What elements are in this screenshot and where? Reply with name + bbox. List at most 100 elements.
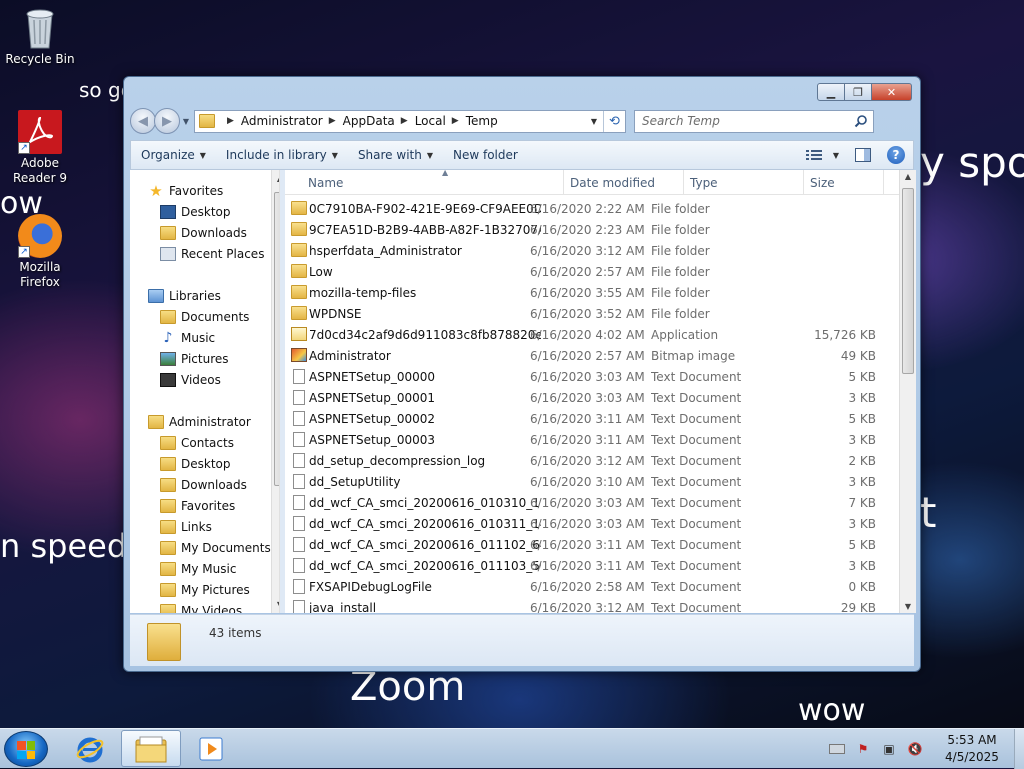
nav-contacts[interactable]: Contacts [160,432,234,453]
search-icon[interactable] [854,114,868,128]
breadcrumb-separator[interactable]: ▶ [452,116,459,126]
file-date-modified: 6/16/2020 3:03 AM [530,369,645,384]
file-row[interactable]: Low 6/16/2020 2:57 AM File folder [285,261,900,282]
column-header-date[interactable]: Date modified [564,170,684,195]
column-header-size[interactable]: Size [804,170,884,195]
title-bar[interactable]: ▁ ❐ ✕ [124,77,920,107]
nav-favorites-downloads[interactable]: Downloads [160,222,247,243]
file-row[interactable]: ASPNETSetup_00003 6/16/2020 3:11 AM Text D… [285,429,900,450]
folder-icon [291,264,307,278]
nav-user-desktop[interactable]: Desktop [160,453,231,474]
file-row[interactable]: dd_wcf_CA_smci_20200616_011102_640 6/16/2… [285,534,900,555]
nav-user-downloads[interactable]: Downloads [160,474,247,495]
nav-my-videos[interactable]: My Videos [160,600,242,613]
file-row[interactable]: dd_SetupUtility 6/16/2020 3:10 AM Text Doc… [285,471,900,492]
scroll-up-arrow-icon[interactable]: ▲ [900,172,916,181]
file-row[interactable]: ASPNETSetup_00002 6/16/2020 3:11 AM Text D… [285,408,900,429]
start-button[interactable] [4,731,48,767]
help-button[interactable]: ? [887,146,905,164]
nav-recent-places[interactable]: Recent Places [160,243,264,264]
command-bar: Organize ▼ Include in library ▼ Share with… [130,140,914,170]
file-row[interactable]: 9C7EA51D-B2B9-4ABB-A82F-1B32707A14...6/1… [285,219,900,240]
breadcrumb-item[interactable]: AppData [343,114,395,128]
show-desktop-button[interactable] [1014,729,1024,769]
breadcrumb-item[interactable]: Temp [466,114,498,128]
minimize-button[interactable]: ▁ [817,83,845,101]
file-row[interactable]: dd_setup_decompression_log 6/16/2020 3:12… [285,450,900,471]
scroll-down-arrow-icon[interactable]: ▼ [900,602,916,611]
nav-favorites[interactable]: ★ Favorites [148,180,223,201]
file-list-scrollbar[interactable]: ▲ ▼ [899,170,916,613]
breadcrumb-item[interactable]: Administrator [241,114,323,128]
views-dropdown[interactable]: ▼ [826,142,847,168]
file-row[interactable]: FXSAPIDebugLogFile 6/16/2020 2:58 AM Text … [285,576,900,597]
desktop-icon-recycle-bin[interactable]: Recycle Bin [0,6,80,67]
maximize-button[interactable]: ❐ [845,83,872,101]
search-input[interactable]: Search Temp [634,109,874,133]
taskbar-media-player[interactable] [182,730,242,767]
nav-label: My Pictures [181,582,250,597]
file-row[interactable]: hsperfdata_Administrator 6/16/2020 3:12 A… [285,240,900,261]
nav-user-favorites[interactable]: Favorites [160,495,235,516]
breadcrumb-separator[interactable]: ▶ [401,116,408,126]
file-row[interactable]: dd_wcf_CA_smci_20200616_011103_500 6/16/2… [285,555,900,576]
nav-pictures[interactable]: Pictures [160,348,229,369]
nav-links[interactable]: Links [160,516,212,537]
column-header-name[interactable]: Name ▲ [302,170,564,195]
scrollbar-thumb[interactable] [902,188,914,374]
recent-pages-dropdown[interactable]: ▼ [180,117,192,126]
file-name: ASPNETSetup_00001 [309,390,436,405]
file-row[interactable]: mozilla-temp-files 6/16/2020 3:55 AM File … [285,282,900,303]
nav-administrator[interactable]: Administrator [148,411,251,432]
file-row[interactable]: ASPNETSetup_00000 6/16/2020 3:03 AM Text D… [285,366,900,387]
file-size: 0 KB [848,579,876,594]
nav-videos[interactable]: Videos [160,369,221,390]
share-with-button[interactable]: Share with ▼ [348,142,443,168]
clock[interactable]: 5:53 AM 4/5/2025 [934,732,1010,766]
file-row[interactable]: 7d0cd34c2af9d6d911083c8fb878820e46e3...6… [285,324,900,345]
back-button[interactable]: ◀ [130,108,156,134]
address-bar[interactable]: ▶ Administrator ▶ AppData ▶ Local ▶ Temp… [194,109,626,133]
new-folder-button[interactable]: New folder [443,142,528,168]
include-in-library-button[interactable]: Include in library ▼ [216,142,348,168]
network-icon[interactable]: ▣ [881,742,897,756]
flag-icon[interactable]: ⚑ [855,742,871,756]
desktop-icon-label: Adobe Reader 9 [13,156,67,185]
breadcrumb-item[interactable]: Local [415,114,446,128]
organize-button[interactable]: Organize ▼ [131,142,216,168]
breadcrumb-separator[interactable]: ▶ [329,116,336,126]
keyboard-icon[interactable] [829,744,845,754]
file-row[interactable]: java_install 6/16/2020 3:12 AM Text Docume… [285,597,900,613]
desktop-icon-firefox[interactable]: ↗ Mozilla Firefox [0,214,80,290]
address-dropdown-button[interactable]: ▼ [587,111,601,132]
file-row[interactable]: ASPNETSetup_00001 6/16/2020 3:03 AM Text D… [285,387,900,408]
nav-label: My Documents [181,540,271,555]
column-header-type[interactable]: Type [684,170,804,195]
refresh-button[interactable]: ⟲ [603,110,625,132]
close-button[interactable]: ✕ [872,83,912,101]
file-row[interactable]: WPDNSE 6/16/2020 3:52 AM File folder [285,303,900,324]
nav-my-music[interactable]: My Music [160,558,236,579]
change-view-button[interactable] [802,142,826,168]
taskbar-windows-explorer[interactable] [121,730,181,767]
nav-favorites-desktop[interactable]: Desktop [160,201,231,222]
nav-my-pictures[interactable]: My Pictures [160,579,250,600]
volume-muted-icon[interactable]: 🔇 [907,742,923,756]
nav-pane-scrollbar[interactable]: ▲ ▼ [271,170,279,613]
taskbar-internet-explorer[interactable] [60,730,120,767]
nav-documents[interactable]: Documents [160,306,249,327]
breadcrumb-separator[interactable]: ▶ [227,116,234,126]
file-row[interactable]: 0C7910BA-F902-421E-9E69-CF9AEE0DD4...6/1… [285,198,900,219]
scroll-down-arrow-icon[interactable]: ▼ [272,600,279,609]
preview-pane-button[interactable] [847,142,879,168]
desktop-icon-adobe-reader[interactable]: ↗ Adobe Reader 9 [0,110,80,186]
nav-my-documents[interactable]: My Documents [160,537,271,558]
nav-music[interactable]: ♪ Music [160,327,216,348]
scroll-up-arrow-icon[interactable]: ▲ [272,174,279,183]
file-size [775,198,876,219]
nav-libraries[interactable]: Libraries [148,285,221,306]
forward-button[interactable]: ▶ [154,108,180,134]
file-row[interactable]: dd_wcf_CA_smci_20200616_010310_171 6/16/2… [285,492,900,513]
file-row[interactable]: dd_wcf_CA_smci_20200616_010311_140 6/16/2… [285,513,900,534]
file-row[interactable]: Administrator 6/16/2020 2:57 AM Bitmap ima… [285,345,900,366]
